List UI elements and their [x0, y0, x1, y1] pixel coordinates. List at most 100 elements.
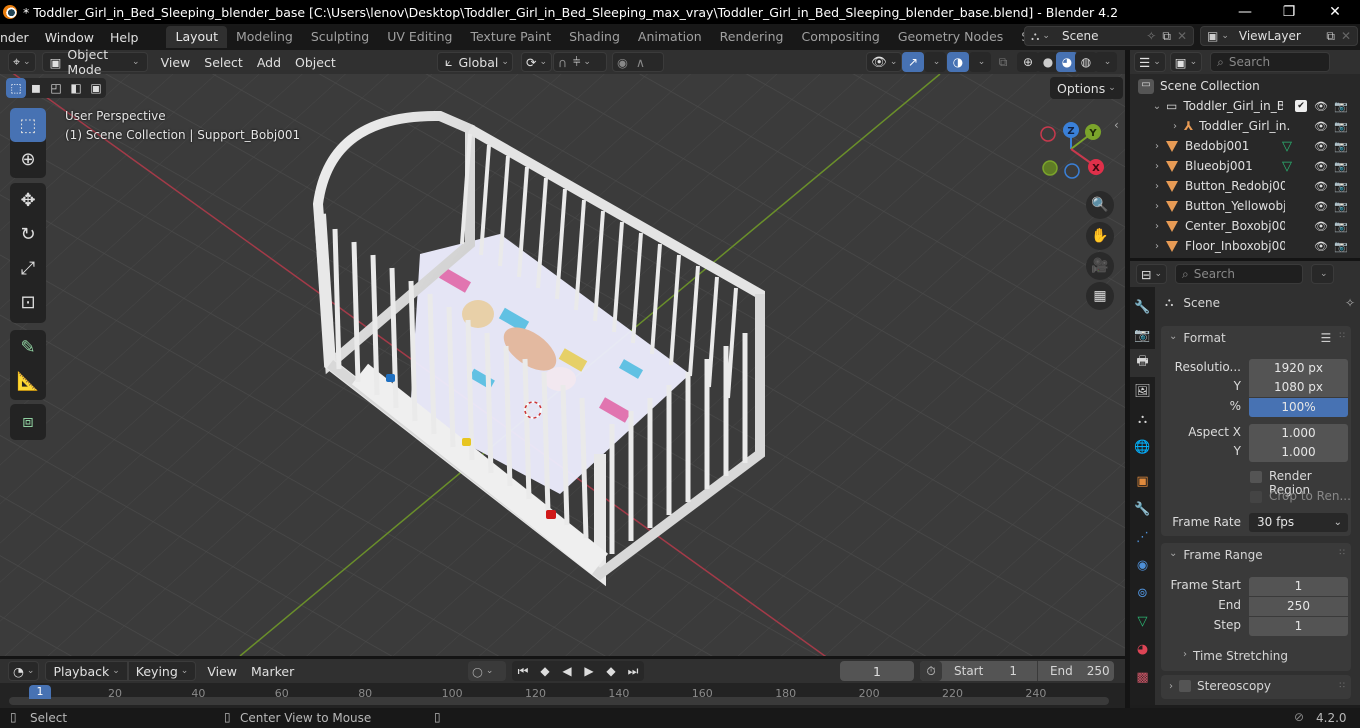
outliner-row[interactable]: › Bedobj001 ▽ 👁 📷	[1130, 136, 1360, 156]
shading-rendered[interactable]: ◍	[1075, 52, 1097, 72]
workspace-tab-rendering[interactable]: Rendering	[711, 26, 793, 48]
render-camera-icon[interactable]: 📷	[1334, 220, 1348, 233]
tab-constraints[interactable]: ⊚	[1130, 579, 1155, 607]
render-camera-icon[interactable]: 📷	[1334, 160, 1348, 173]
eye-icon[interactable]: 👁	[1314, 100, 1328, 113]
outliner-row[interactable]: ⌄▭ Toddler_Girl_in_Bec ✔ 👁 📷	[1130, 96, 1360, 116]
outliner-row[interactable]: › ⅄ Toddler_Girl_in. 👁 📷	[1130, 116, 1360, 136]
overlay-toggle[interactable]: ◑	[947, 52, 969, 72]
neg-y-handle[interactable]	[1042, 160, 1058, 176]
tab-render[interactable]: 📷	[1130, 321, 1155, 349]
tool-select-box[interactable]: ⬚	[10, 108, 46, 142]
keying-menu[interactable]: Keying ⌄	[127, 661, 197, 681]
outliner-row[interactable]: › Button_Yellowobj0 👁 📷	[1130, 196, 1360, 216]
next-keyframe-button[interactable]: ◆	[600, 661, 622, 681]
workspace-tab-texture-paint[interactable]: Texture Paint	[461, 26, 560, 48]
tool-scale[interactable]: ⤢	[10, 251, 46, 285]
timeline-scrollbar[interactable]	[9, 697, 1109, 705]
tab-particles[interactable]: ⋰	[1130, 523, 1155, 551]
workspace-tab-compositing[interactable]: Compositing	[792, 26, 888, 48]
eye-icon[interactable]: 👁	[1314, 180, 1328, 193]
tab-modifiers[interactable]: 🔧	[1130, 495, 1155, 523]
neg-z-handle[interactable]	[1064, 163, 1080, 179]
tab-texture[interactable]: ▩	[1130, 663, 1155, 691]
resolution-x-field[interactable]: 1920 px	[1249, 359, 1348, 378]
timeline-editor-type[interactable]: ◔ ⌄	[8, 661, 40, 681]
mode-dropdown[interactable]: ▣ Object Mode ⌄	[41, 47, 148, 77]
outliner-row[interactable]: › Floor_Inboxobj001 👁 📷	[1130, 236, 1360, 256]
current-frame-field[interactable]: 1	[840, 661, 914, 681]
mesh-data-icon[interactable]: ▽	[1282, 139, 1292, 154]
close-button[interactable]: ✕	[1312, 0, 1358, 24]
outliner-row[interactable]: › Button_Redobj001 👁 📷	[1130, 176, 1360, 196]
eye-icon[interactable]: 👁	[1314, 200, 1328, 213]
tool-cursor[interactable]: ⊕	[10, 142, 46, 176]
tab-physics[interactable]: ◉	[1130, 551, 1155, 579]
menu-window[interactable]: Window	[37, 30, 102, 45]
outliner-search[interactable]: ⌕ Search	[1210, 52, 1331, 72]
exclude-checkbox[interactable]: ✔	[1295, 100, 1307, 112]
aspect-y-field[interactable]: 1.000	[1249, 443, 1348, 462]
play-reverse-button[interactable]: ◀	[556, 661, 578, 681]
stereoscopy-checkbox[interactable]	[1179, 680, 1191, 692]
chevron-right-icon[interactable]: ›	[1150, 161, 1164, 172]
render-camera-icon[interactable]: 📷	[1334, 140, 1348, 153]
timeline-view-menu[interactable]: View	[200, 661, 244, 681]
outliner-row-scene-collection[interactable]: ▭ Scene Collection	[1130, 76, 1360, 96]
crop-to-render-checkbox[interactable]	[1250, 491, 1262, 503]
presets-icon[interactable]: ☰	[1321, 331, 1332, 345]
outliner-row[interactable]: › Blueobj001 ▽ 👁 📷	[1130, 156, 1360, 176]
eye-icon[interactable]: 👁	[1314, 160, 1328, 173]
timeline-ruler[interactable]: 20 40 60 80 100 120 140 160 180 200 220 240 1	[0, 683, 1125, 710]
resolution-y-field[interactable]: 1080 px	[1249, 378, 1348, 397]
tool-move[interactable]: ✥	[10, 183, 46, 217]
menu-help[interactable]: Help	[102, 30, 147, 45]
tool-rotate[interactable]: ↻	[10, 217, 46, 251]
pin-icon[interactable]: ✧	[1146, 29, 1156, 43]
frame-rate-dropdown[interactable]: 30 fps ⌄	[1249, 513, 1348, 532]
shading-dropdown[interactable]: ⌄	[1095, 52, 1117, 72]
eye-icon[interactable]: 👁	[1314, 220, 1328, 233]
proportional-editing-toggle[interactable]: ◉ ∧	[612, 52, 664, 72]
render-camera-icon[interactable]: 📷	[1334, 180, 1348, 193]
select-extend-button[interactable]: ◼	[26, 78, 46, 98]
area-separator[interactable]	[0, 656, 1125, 659]
tab-data[interactable]: ▽	[1130, 607, 1155, 635]
jump-to-end-button[interactable]: ⏭	[622, 661, 644, 681]
workspace-tab-uv-editing[interactable]: UV Editing	[378, 26, 461, 48]
workspace-tab-layout[interactable]: Layout	[166, 26, 227, 48]
gizmo-toggle[interactable]: ↗	[902, 52, 924, 72]
auto-keying-toggle[interactable]: ○ ⌄	[468, 661, 506, 681]
workspace-tab-geometry-nodes[interactable]: Geometry Nodes	[889, 26, 1012, 48]
delete-view-layer-icon[interactable]: ✕	[1341, 29, 1351, 43]
pivot-point-dropdown[interactable]: ⟳ ⌄	[521, 52, 553, 72]
options-dropdown[interactable]: Options ⌄	[1050, 77, 1123, 99]
timeline-start-value[interactable]: 1	[1009, 664, 1017, 678]
snap-toggle[interactable]: ∩ ⫩ ⌄	[553, 52, 607, 72]
select-subtract-button[interactable]: ◰	[46, 78, 66, 98]
timeline-start-label[interactable]: Start	[954, 664, 983, 678]
maximize-button[interactable]: ❐	[1266, 0, 1312, 24]
menu-blender[interactable]: nder	[0, 30, 37, 45]
sidebar-toggle-icon[interactable]: ‹	[1114, 118, 1119, 132]
frame-range-panel-header[interactable]: ⌄ Frame Range ∷	[1169, 548, 1345, 562]
display-mode-dropdown[interactable]: ▣ ⌄	[1169, 52, 1203, 72]
eye-icon[interactable]: 👁	[1314, 140, 1328, 153]
view-layer-selector[interactable]: ▣ ⌄ ViewLayer ⧉ ✕	[1200, 26, 1358, 46]
mesh-data-icon[interactable]: ▽	[1282, 159, 1292, 174]
format-panel-header[interactable]: ⌄ Format ☰ ∷	[1169, 331, 1345, 345]
delete-scene-icon[interactable]: ✕	[1177, 29, 1187, 43]
gizmo-dropdown[interactable]: ⌄	[924, 52, 946, 72]
tab-scene[interactable]: ⛬	[1130, 405, 1155, 433]
pin-icon[interactable]: ✧	[1345, 296, 1355, 310]
tab-output[interactable]: 🖶	[1130, 349, 1155, 377]
render-camera-icon[interactable]: 📷	[1334, 240, 1348, 253]
tool-annotate[interactable]: ✎	[10, 330, 46, 364]
timeline-end-label[interactable]: End	[1050, 664, 1073, 678]
eye-icon[interactable]: 👁	[1314, 120, 1328, 133]
render-camera-icon[interactable]: 📷	[1334, 100, 1348, 113]
tool-add-cube[interactable]: ⧈	[10, 404, 46, 438]
area-separator[interactable]	[1125, 50, 1130, 708]
workspace-tab-modeling[interactable]: Modeling	[227, 26, 302, 48]
workspace-tab-sculpting[interactable]: Sculpting	[302, 26, 378, 48]
